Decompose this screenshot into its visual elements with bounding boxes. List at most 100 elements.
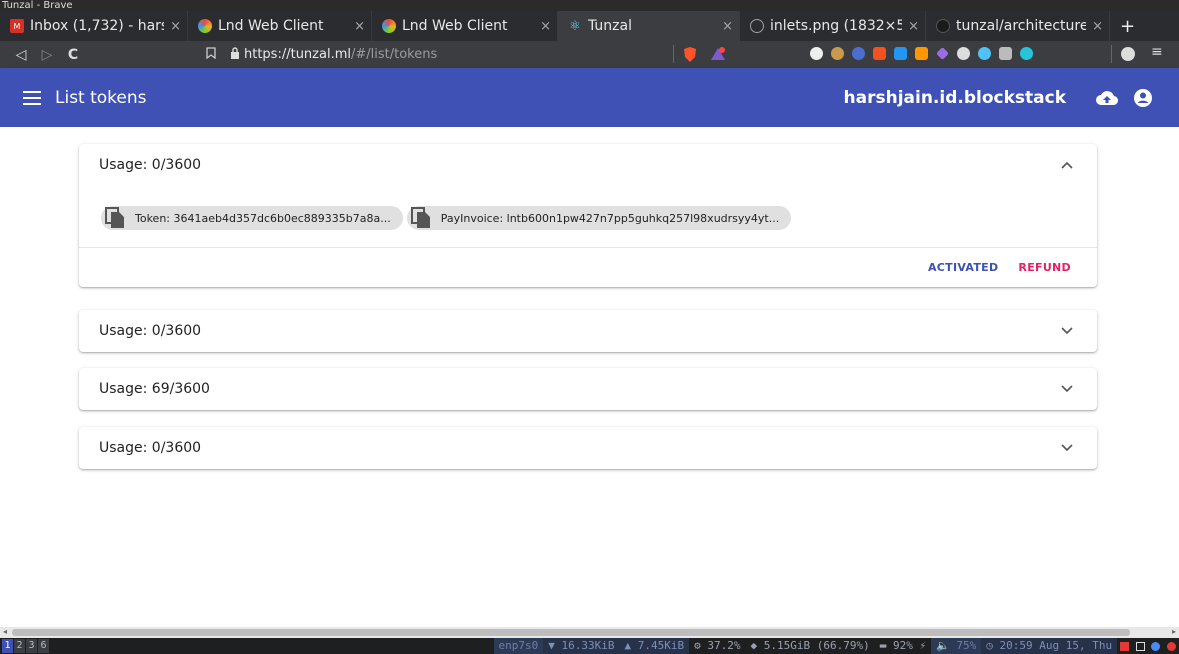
profile-icon[interactable]: [1121, 47, 1135, 61]
ext-icon[interactable]: [978, 47, 991, 60]
bookmark-icon[interactable]: [196, 46, 226, 63]
system-taskbar: 1 2 3 6 enp7s0 ▼ 16.33KiB ▲ 7.45KiB ⚙ 37…: [0, 638, 1179, 654]
ext-icon[interactable]: [936, 47, 949, 60]
ext-icon[interactable]: [873, 47, 886, 60]
tab-inlets[interactable]: inlets.png (1832×502 ×: [740, 11, 926, 41]
window-title: Tunzal - Brave: [0, 0, 1179, 11]
panel-header[interactable]: Usage: 69/3600: [79, 368, 1097, 410]
tab-bar: M Inbox (1,732) - harshj × Lnd Web Clien…: [0, 11, 1179, 41]
tray-status-icon[interactable]: [1167, 641, 1176, 651]
ext-icon[interactable]: [999, 47, 1012, 60]
clock: ◷ 20:59 Aug 15, Thu: [981, 638, 1118, 654]
separator: [673, 45, 674, 63]
ext-icon[interactable]: [957, 47, 970, 60]
tray-icons: [1117, 638, 1179, 654]
close-icon[interactable]: ×: [1092, 19, 1103, 34]
workspace-3[interactable]: 3: [26, 639, 37, 653]
usage-label: Usage: 0/3600: [99, 323, 202, 339]
back-icon[interactable]: ◁: [8, 47, 34, 63]
close-icon[interactable]: ×: [722, 19, 733, 34]
forward-icon[interactable]: ▷: [34, 47, 60, 63]
close-icon[interactable]: ×: [540, 19, 551, 34]
workspace-1[interactable]: 1: [2, 639, 13, 653]
workspace-2[interactable]: 2: [14, 639, 25, 653]
close-icon[interactable]: ×: [170, 19, 181, 34]
token-chips: Token: 3641aeb4d357dc6b0ec889335b7a8a...…: [79, 186, 1097, 230]
page-title: List tokens: [55, 87, 147, 108]
scrollbar-thumb[interactable]: [12, 629, 1130, 636]
scroll-left-icon[interactable]: ◂: [3, 627, 7, 636]
copy-icon[interactable]: [103, 206, 127, 230]
clock-value: 20:59 Aug 15, Thu: [999, 639, 1113, 652]
app-bar: List tokens harshjain.id.blockstack: [0, 68, 1179, 127]
panel-actions: ACTIVATED REFUND: [79, 247, 1097, 287]
download-rate: ▼ 16.33KiB: [543, 638, 620, 654]
token-list: Usage: 0/3600 Token: 3641aeb4d357dc6b0ec…: [0, 127, 1179, 627]
hamburger-menu-icon[interactable]: [23, 88, 43, 108]
tab-tunzal[interactable]: ⚛ Tunzal ×: [558, 11, 740, 41]
tray-app-icon[interactable]: [1120, 641, 1130, 651]
token-panel[interactable]: Usage: 0/3600: [79, 310, 1097, 352]
panel-header[interactable]: Usage: 0/3600: [79, 310, 1097, 352]
volume-status[interactable]: 🔈 75%: [931, 638, 982, 654]
token-panel[interactable]: Usage: 69/3600: [79, 368, 1097, 410]
pay-invoice-chip[interactable]: PayInvoice: lntb600n1pw427n7pp5guhkq257l…: [406, 206, 792, 230]
ext-icon[interactable]: [831, 47, 844, 60]
brave-shield-icon[interactable]: [683, 47, 697, 66]
reload-icon[interactable]: C: [60, 47, 86, 63]
workspace-6[interactable]: 6: [38, 639, 49, 653]
tab-label: Lnd Web Client: [218, 18, 324, 34]
browser-toolbar: ◁ ▷ C https://tunzal.ml/#/list/tokens ≡: [0, 41, 1179, 68]
activated-button[interactable]: ACTIVATED: [918, 261, 1008, 274]
tab-gmail[interactable]: M Inbox (1,732) - harshj ×: [0, 11, 188, 41]
url-host: https://tunzal.ml: [244, 47, 351, 62]
token-panel-expanded: Usage: 0/3600 Token: 3641aeb4d357dc6b0ec…: [79, 144, 1097, 287]
tab-lnd-2[interactable]: Lnd Web Client ×: [372, 11, 558, 41]
tray-window-icon[interactable]: [1135, 641, 1145, 651]
app-bar-actions: harshjain.id.blockstack: [844, 87, 1154, 109]
memory-usage: ◆ 5.15GiB (66.79%): [750, 639, 870, 652]
lnd-icon: [382, 19, 396, 33]
ext-icon[interactable]: [852, 47, 865, 60]
close-icon[interactable]: ×: [354, 19, 365, 34]
menu-icon[interactable]: ≡: [1151, 44, 1163, 60]
github-icon: [936, 19, 950, 33]
token-panel[interactable]: Usage: 0/3600: [79, 427, 1097, 469]
tab-github[interactable]: tunzal/architecture.r ×: [926, 11, 1110, 41]
brave-rewards-icon[interactable]: [710, 47, 726, 65]
chevron-down-icon[interactable]: [1061, 440, 1073, 456]
chevron-down-icon[interactable]: [1061, 323, 1073, 339]
tab-label: Lnd Web Client: [402, 18, 508, 34]
cloud-upload-icon[interactable]: [1096, 87, 1118, 109]
separator: [1111, 45, 1112, 63]
token-chip[interactable]: Token: 3641aeb4d357dc6b0ec889335b7a8a...: [101, 206, 403, 230]
tab-lnd-1[interactable]: Lnd Web Client ×: [188, 11, 372, 41]
account-circle-icon[interactable]: [1132, 87, 1154, 109]
panel-header[interactable]: Usage: 0/3600: [79, 144, 1097, 186]
panel-header[interactable]: Usage: 0/3600: [79, 427, 1097, 469]
battery-status: ▬ 92% ⚡: [879, 639, 927, 652]
cpu-value: 37.2%: [707, 639, 741, 652]
chevron-down-icon[interactable]: [1061, 381, 1073, 397]
new-tab-button[interactable]: +: [1110, 11, 1145, 41]
copy-icon[interactable]: [409, 206, 433, 230]
pay-invoice-text: PayInvoice: lntb600n1pw427n7pp5guhkq257l…: [440, 211, 780, 225]
extensions-area: [810, 47, 1033, 60]
url-path: /#/list/tokens: [350, 47, 438, 62]
close-icon[interactable]: ×: [908, 19, 919, 34]
usage-label: Usage: 0/3600: [99, 440, 202, 456]
ext-icon[interactable]: [894, 47, 907, 60]
react-icon: ⚛: [569, 18, 581, 34]
ext-icon[interactable]: [915, 47, 928, 60]
tab-label: Tunzal: [588, 18, 632, 34]
refund-button[interactable]: REFUND: [1008, 261, 1081, 274]
horizontal-scrollbar[interactable]: ◂ ▸: [0, 627, 1179, 638]
ext-icon[interactable]: [810, 47, 823, 60]
battery-value: 92%: [892, 639, 913, 652]
scroll-right-icon[interactable]: ▸: [1172, 627, 1176, 636]
chevron-up-icon[interactable]: [1061, 157, 1073, 173]
tray-bluetooth-icon[interactable]: [1151, 641, 1161, 651]
globe-icon: [750, 19, 764, 33]
address-bar[interactable]: https://tunzal.ml/#/list/tokens: [196, 43, 736, 66]
ext-icon[interactable]: [1020, 47, 1033, 60]
